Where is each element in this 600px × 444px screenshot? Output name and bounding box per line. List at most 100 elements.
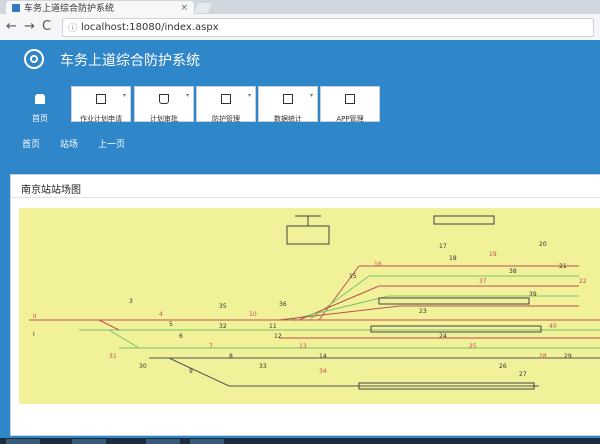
taskbar-app[interactable] (6, 439, 40, 444)
track-label: 25 (469, 343, 477, 350)
url-text: localhost:18080/index.aspx (81, 22, 219, 33)
taskbar-app[interactable] (190, 439, 224, 444)
track-label: 27 (519, 371, 527, 378)
track-layout-svg: III3456789101112131415161718192021222324… (29, 215, 600, 390)
track-label: II (33, 313, 37, 320)
track-label: 30 (139, 363, 147, 370)
menu-data-statistics[interactable]: 数据统计 ▾ (258, 86, 318, 123)
grid-icon (221, 94, 231, 104)
taskbar-app[interactable] (72, 439, 106, 444)
track-label: 3 (129, 298, 133, 305)
platform-block (378, 297, 530, 305)
home-button[interactable]: 首页 (20, 94, 60, 125)
track-label: 11 (269, 323, 277, 330)
track-label: 28 (539, 353, 547, 360)
track-label: 9 (189, 368, 193, 375)
browser-tab[interactable]: 车务上道综合防护系统 × (6, 1, 194, 14)
address-bar: ← → C ⓘ localhost:18080/index.aspx (0, 14, 600, 41)
track-label: I (33, 331, 35, 338)
crossover-track (98, 319, 120, 331)
track-label: 19 (489, 251, 497, 258)
back-button[interactable]: ← (6, 19, 17, 35)
diverging-track (108, 329, 140, 349)
menu-plan-approval[interactable]: 计划审批 ▾ (134, 86, 194, 123)
reload-button[interactable]: C (42, 19, 51, 35)
menu-label: 数据统计 (274, 115, 302, 123)
track-label: 33 (259, 363, 267, 370)
track-label: 31 (109, 353, 117, 360)
new-tab-button[interactable] (194, 3, 212, 13)
menu-app-management[interactable]: APP管理 (320, 86, 380, 123)
track-label: 12 (274, 333, 282, 340)
favicon-icon (12, 3, 20, 12)
main-menu: 首页 作业计划申请 ▾ 计划审批 ▾ 防护管理 ▾ 数据统计 ▾ APP管理 (0, 80, 600, 128)
track-label: 34 (319, 368, 327, 375)
track-label: 17 (439, 243, 447, 250)
menu-label: 防护管理 (212, 115, 240, 123)
browser-tab-bar: 车务上道综合防护系统 × (0, 0, 600, 14)
menu-label: 作业计划申请 (80, 115, 122, 123)
track-label: 22 (579, 278, 587, 285)
menu-protection-management[interactable]: 防护管理 ▾ (196, 86, 256, 123)
platform-block (433, 215, 495, 225)
subnav-station[interactable]: 站场 (60, 137, 78, 150)
track-label: 39 (529, 291, 537, 298)
track-label: 40 (549, 323, 557, 330)
chevron-down-icon: ▾ (122, 92, 126, 99)
panel-title: 南京站站场图 (21, 185, 81, 196)
forward-button[interactable]: → (24, 19, 35, 35)
track-label: 7 (209, 343, 213, 350)
app-header: 车务上道综合防护系统 (0, 40, 600, 80)
tab-close-icon[interactable]: × (180, 3, 188, 13)
track-label: 29 (564, 353, 572, 360)
sub-navigation: 首页 站场 上一页 (0, 128, 600, 160)
platform-block (370, 325, 542, 333)
track-label: 38 (509, 268, 517, 275)
signal-box (286, 225, 330, 245)
grid-icon (283, 94, 293, 104)
grid-icon (345, 94, 355, 104)
track-label: 36 (279, 301, 287, 308)
home-label: 首页 (32, 114, 48, 123)
panel-divider (11, 197, 600, 198)
site-info-icon[interactable]: ⓘ (68, 21, 77, 34)
railway-logo-icon (24, 49, 44, 69)
menu-work-plan-apply[interactable]: 作业计划申请 ▾ (71, 86, 131, 123)
app-title: 车务上道综合防护系统 (60, 53, 200, 69)
chevron-down-icon: ▾ (185, 92, 189, 99)
flask-icon (159, 94, 169, 104)
home-icon (35, 94, 45, 104)
menu-label: APP管理 (336, 115, 364, 123)
url-field[interactable]: ⓘ localhost:18080/index.aspx (62, 18, 594, 37)
taskbar-app[interactable] (146, 439, 180, 444)
browser-tab-title: 车务上道综合防护系统 (24, 4, 115, 14)
track-label: 21 (559, 263, 567, 270)
track-label: 14 (319, 353, 327, 360)
grid-icon (96, 94, 106, 104)
track-label: 20 (539, 241, 547, 248)
track-label: 15 (349, 273, 357, 280)
track-label: 32 (219, 323, 227, 330)
chevron-down-icon: ▾ (247, 92, 251, 99)
track-label: 23 (419, 308, 427, 315)
diverging-track (168, 357, 230, 387)
track-label: 6 (179, 333, 183, 340)
track-label: 10 (249, 311, 257, 318)
track-label: 18 (449, 255, 457, 262)
track-label: 16 (374, 261, 382, 268)
station-track-diagram[interactable]: II I 3 4 5 6 7 8 9 10 11 12 13 14 15 16 17 18 19 20 21 22 23 24… (19, 208, 600, 404)
track-label: 37 (479, 278, 487, 285)
os-taskbar (0, 438, 600, 444)
track-label: 8 (229, 353, 233, 360)
track-label: 24 (439, 333, 447, 340)
track-label: 35 (219, 303, 227, 310)
track-label: 13 (299, 343, 307, 350)
track-label: 5 (169, 321, 173, 328)
subnav-back[interactable]: 上一页 (98, 137, 125, 150)
menu-label: 计划审批 (150, 115, 178, 123)
diverging-track (288, 295, 390, 321)
subnav-home[interactable]: 首页 (22, 137, 40, 150)
chevron-down-icon: ▾ (309, 92, 313, 99)
track-label: 26 (499, 363, 507, 370)
track-label: 4 (159, 311, 163, 318)
